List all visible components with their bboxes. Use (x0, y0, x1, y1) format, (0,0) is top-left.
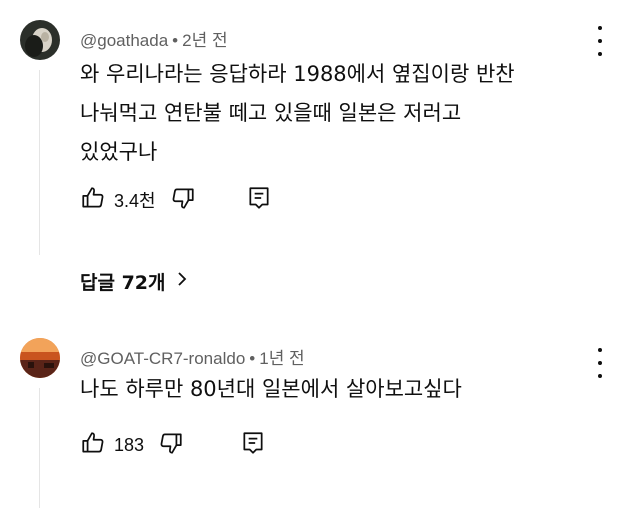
more-vert-icon[interactable] (590, 348, 610, 378)
comment-line: 와 우리나라는 응답하라 1988에서 옆집이랑 반찬 (80, 62, 515, 86)
timestamp[interactable]: 1년 전 (259, 349, 304, 368)
comment-text: 와 우리나라는 응답하라 1988에서 옆집이랑 반찬 나눠먹고 연탄불 떼고 … (80, 55, 515, 172)
thumbs-up-icon[interactable] (80, 185, 106, 215)
separator-dot: • (249, 349, 256, 368)
chevron-right-icon (176, 270, 188, 293)
thumbs-down-icon[interactable] (158, 430, 184, 460)
like-count: 183 (114, 434, 145, 455)
replies-label: 답글 72개 (80, 272, 166, 294)
comment-actions: 183 (80, 430, 266, 460)
avatar[interactable] (20, 338, 60, 378)
comment-item: @goathada • 2년 전 와 우리나라는 응답하라 1988에서 옆집이랑 … (0, 0, 640, 310)
separator-dot: • (172, 31, 179, 50)
comment-reply-icon[interactable] (246, 185, 272, 215)
avatar[interactable] (20, 20, 60, 60)
view-replies-button[interactable]: 답글 72개 (80, 268, 188, 295)
author-name[interactable]: @goathada (80, 31, 168, 50)
thumbs-up-icon[interactable] (80, 430, 106, 460)
thumbs-down-icon[interactable] (170, 185, 196, 215)
thread-line (39, 70, 40, 255)
timestamp[interactable]: 2년 전 (182, 31, 227, 50)
comment-text: 나도 하루만 80년대 일본에서 살아보고싶다 (80, 370, 462, 409)
comment-meta: @goathada • 2년 전 (80, 26, 228, 51)
thread-line (39, 388, 40, 508)
comment-reply-icon[interactable] (240, 430, 266, 460)
comment-actions: 3.4천 (80, 185, 272, 215)
like-count: 3.4천 (114, 191, 156, 211)
comment-item: @GOAT-CR7-ronaldo • 1년 전 나도 하루만 80년대 일본에서 … (0, 330, 640, 508)
comment-line: 있었구나 (80, 140, 158, 164)
author-name[interactable]: @GOAT-CR7-ronaldo (80, 349, 245, 368)
comment-line: 나도 하루만 80년대 일본에서 살아보고싶다 (80, 377, 462, 401)
comment-line: 나눠먹고 연탄불 떼고 있을때 일본은 저러고 (80, 101, 462, 125)
more-vert-icon[interactable] (590, 26, 610, 56)
comment-meta: @GOAT-CR7-ronaldo • 1년 전 (80, 344, 305, 369)
